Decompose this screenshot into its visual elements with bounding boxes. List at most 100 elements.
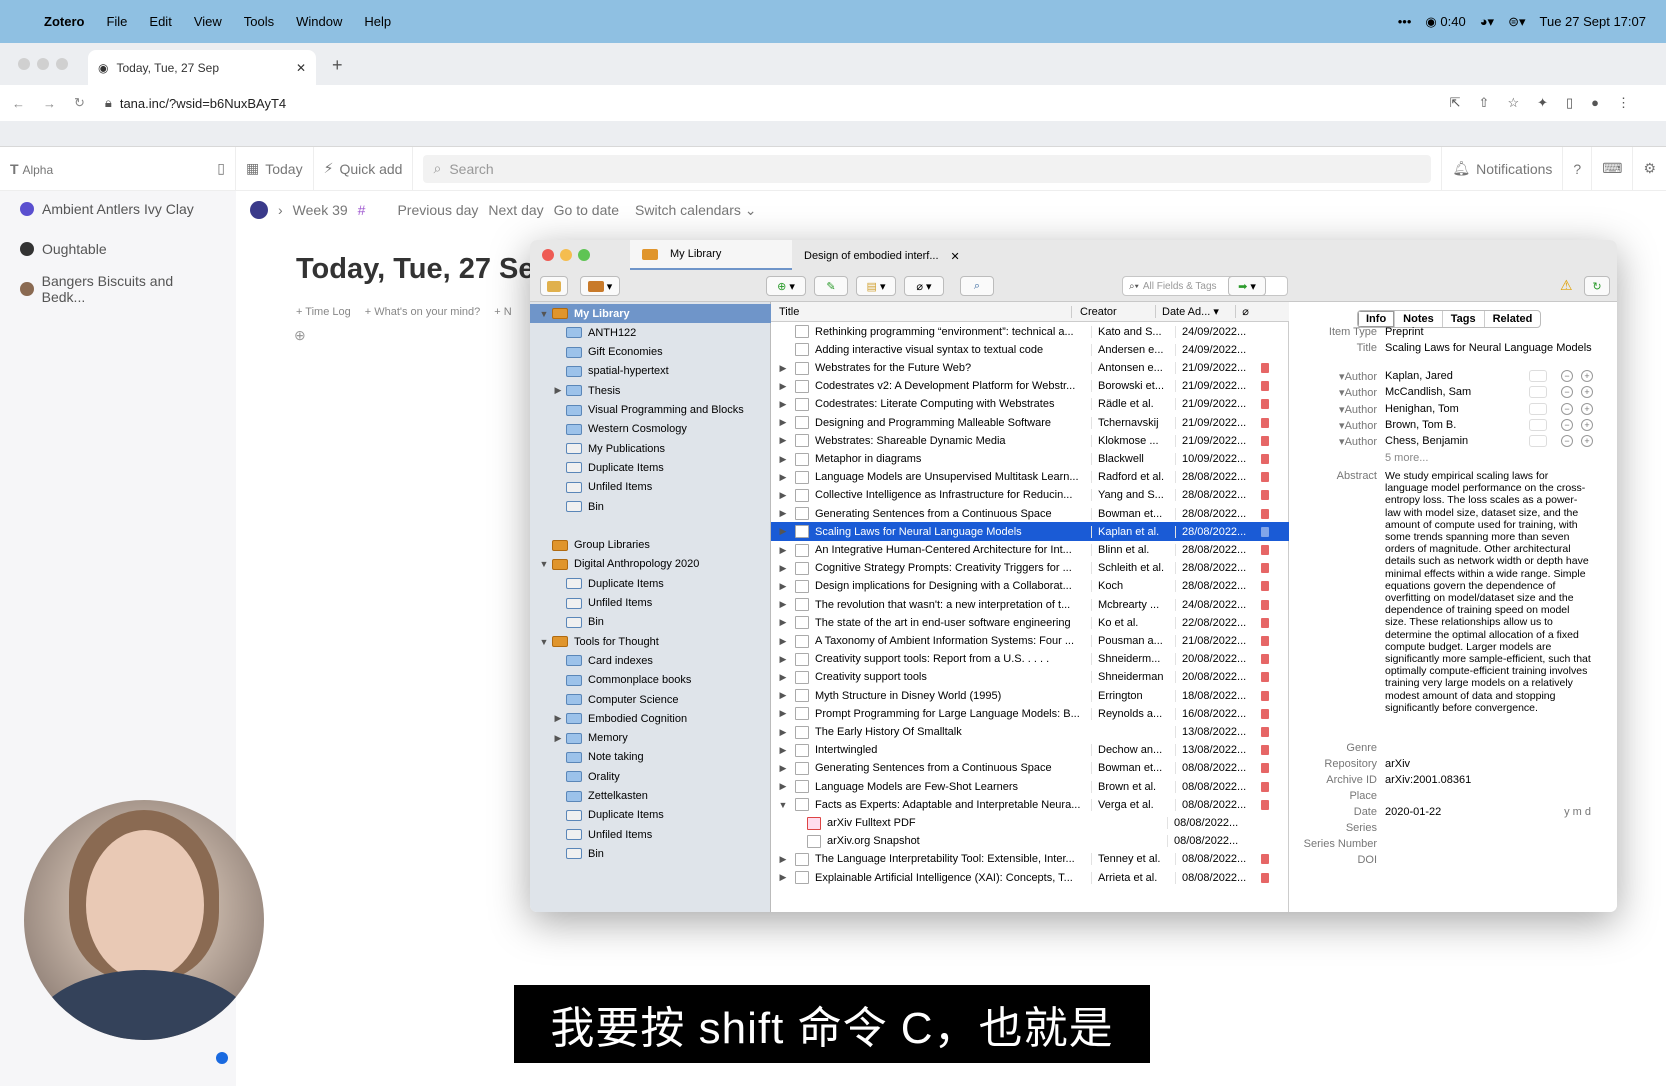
item-type-value[interactable]: Preprint <box>1385 326 1597 339</box>
expand-toggle-icon[interactable]: ▶ <box>771 617 795 628</box>
item-row[interactable]: ▶ Explainable Artificial Intelligence (XA… <box>771 868 1289 887</box>
collection-row[interactable]: Orality <box>530 767 771 786</box>
item-row[interactable]: ▶ Collective Intelligence as Infrastructu… <box>771 486 1289 505</box>
attachment-cell[interactable] <box>1255 672 1275 683</box>
item-row[interactable]: ▶ The revolution that wasn't: a new inter… <box>771 595 1289 614</box>
attachment-cell[interactable] <box>1255 363 1275 374</box>
abstract-value[interactable]: We study empirical scaling laws for lang… <box>1385 470 1591 714</box>
expand-toggle-icon[interactable]: ▶ <box>771 581 795 592</box>
attachment-cell[interactable] <box>1255 727 1275 738</box>
collection-row[interactable]: Bin <box>530 613 771 632</box>
expand-toggle-icon[interactable]: ▶ <box>552 733 564 744</box>
menu-tools[interactable]: Tools <box>244 14 274 29</box>
attachment-cell[interactable] <box>1255 454 1275 465</box>
item-row[interactable]: ▶ An Integrative Human-Centered Architect… <box>771 540 1289 559</box>
collection-row[interactable]: Duplicate Items <box>530 574 771 593</box>
collection-row[interactable]: ▼ Digital Anthropology 2020 <box>530 555 771 574</box>
expand-toggle-icon[interactable]: ▶ <box>771 363 795 374</box>
author-type-dropdown[interactable]: ▾Author <box>1289 419 1385 432</box>
expand-toggle-icon[interactable]: ▶ <box>771 526 795 537</box>
expand-toggle-icon[interactable]: ▶ <box>552 385 564 396</box>
attachment-cell[interactable] <box>1255 763 1275 774</box>
add-by-identifier-button[interactable]: ✎ <box>814 276 848 296</box>
collection-row[interactable]: ▶ Embodied Cognition <box>530 709 771 728</box>
time-log-button[interactable]: + Time Log <box>296 306 351 318</box>
attachment-cell[interactable] <box>1255 435 1275 446</box>
item-row[interactable]: ▶ Creativity support tools Shneiderman 20/0… <box>771 668 1289 687</box>
sync-go-button[interactable]: ➡ ▾ <box>1228 276 1266 296</box>
expand-toggle-icon[interactable]: ▼ <box>771 800 795 810</box>
go-to-date-button[interactable]: Go to date <box>554 202 619 218</box>
item-row[interactable]: ▶ The state of the art in end-user softwa… <box>771 613 1289 632</box>
collection-row[interactable]: Gift Economies <box>530 343 771 362</box>
expand-toggle-icon[interactable]: ▶ <box>771 654 795 665</box>
menu-app-name[interactable]: Zotero <box>44 14 84 29</box>
item-row[interactable]: ▶ Codestrates v2: A Development Platform … <box>771 377 1289 396</box>
browser-tab[interactable]: ◉ Today, Tue, 27 Sep ✕ <box>88 50 316 86</box>
remove-author-icon[interactable]: − <box>1561 418 1573 431</box>
switch-calendars-button[interactable]: Switch calendars ⌄ <box>635 202 756 219</box>
sidebar-toggle-icon[interactable]: ▯ <box>217 160 225 177</box>
expand-toggle-icon[interactable]: ▶ <box>771 490 795 501</box>
genre-value[interactable] <box>1385 742 1597 754</box>
recording-timer[interactable]: ◉ 0:40 <box>1425 14 1465 30</box>
collection-row[interactable]: ▼ My Library <box>530 304 771 323</box>
menu-edit[interactable]: Edit <box>149 14 171 29</box>
remove-author-icon[interactable]: − <box>1561 402 1573 415</box>
item-row[interactable]: ▶ Designing and Programming Malleable Sof… <box>771 413 1289 432</box>
author-type-dropdown[interactable]: ▾Author <box>1289 435 1385 448</box>
date-value[interactable]: 2020-01-22 <box>1385 806 1441 819</box>
expand-toggle-icon[interactable]: ▶ <box>771 381 795 392</box>
back-icon[interactable]: ← <box>12 96 25 111</box>
more-dots-icon[interactable]: ••• <box>1398 14 1412 29</box>
collection-row[interactable]: ANTH122 <box>530 323 771 342</box>
expand-toggle-icon[interactable]: ▶ <box>771 708 795 719</box>
tag-hash-icon[interactable]: # <box>358 202 366 218</box>
attachment-cell[interactable] <box>1255 490 1275 501</box>
attachment-cell[interactable] <box>1255 854 1275 865</box>
previous-day-button[interactable]: Previous day <box>397 202 478 218</box>
settings-button[interactable]: ⚙︎ <box>1633 147 1666 190</box>
locate-button[interactable]: ⌕ <box>960 276 994 296</box>
lock-icon[interactable]: 🔒︎ <box>105 95 112 111</box>
sidebar-item-bangers[interactable]: Bangers Biscuits and Bedk... <box>0 269 236 309</box>
expand-toggle-icon[interactable]: ▶ <box>771 599 795 610</box>
zotero-minimize-button[interactable] <box>560 249 572 261</box>
attachment-cell[interactable] <box>1255 708 1275 719</box>
expand-toggle-icon[interactable]: ▼ <box>538 559 550 569</box>
attachment-cell[interactable] <box>1255 399 1275 410</box>
item-row[interactable]: Rethinking programming “environment”: te… <box>771 322 1289 341</box>
expand-toggle-icon[interactable]: ▶ <box>771 872 795 883</box>
new-item-button[interactable]: ⊕ ▾ <box>766 276 806 296</box>
item-row[interactable]: ▶ Intertwingled Dechow an... 13/08/2022... <box>771 741 1289 760</box>
attachment-cell[interactable] <box>1255 472 1275 483</box>
collection-row[interactable]: ▶ Memory <box>530 729 771 748</box>
focus-icon[interactable]: ◕▾ <box>1480 14 1494 30</box>
help-button[interactable]: ? <box>1563 147 1593 190</box>
author-type-dropdown[interactable]: ▾Author <box>1289 386 1385 399</box>
swap-name-icon[interactable] <box>1529 402 1547 415</box>
item-row[interactable]: Adding interactive visual syntax to text… <box>771 340 1289 359</box>
swap-name-icon[interactable] <box>1529 435 1547 448</box>
repository-value[interactable]: arXiv <box>1385 758 1597 771</box>
zotero-zoom-button[interactable] <box>578 249 590 261</box>
menu-file[interactable]: File <box>106 14 127 29</box>
attachment-cell[interactable] <box>1255 636 1275 647</box>
tab-notes[interactable]: Notes <box>1395 311 1443 327</box>
new-library-button[interactable]: ▾ <box>580 276 620 296</box>
workspace-avatar-icon[interactable] <box>250 201 268 219</box>
forward-icon[interactable]: → <box>43 96 56 111</box>
expand-toggle-icon[interactable]: ▶ <box>771 781 795 792</box>
attachment-cell[interactable] <box>1255 872 1275 883</box>
notifications-button[interactable]: 🔔︎ Notifications <box>1441 147 1564 190</box>
column-creator[interactable]: Creator <box>1071 305 1155 318</box>
expand-toggle-icon[interactable]: ▶ <box>771 727 795 738</box>
attachment-cell[interactable] <box>1255 417 1275 428</box>
collection-row[interactable]: ▼ Tools for Thought <box>530 632 771 651</box>
item-row[interactable]: ▶ Webstrates for the Future Web? Antonsen … <box>771 358 1289 377</box>
item-row[interactable]: ▶ Generating Sentences from a Continuous … <box>771 504 1289 523</box>
attachment-cell[interactable] <box>1255 563 1275 574</box>
menu-help[interactable]: Help <box>364 14 391 29</box>
expand-toggle-icon[interactable]: ▶ <box>771 854 795 865</box>
item-row[interactable]: ▶ Language Models are Few-Shot Learners Br… <box>771 777 1289 796</box>
